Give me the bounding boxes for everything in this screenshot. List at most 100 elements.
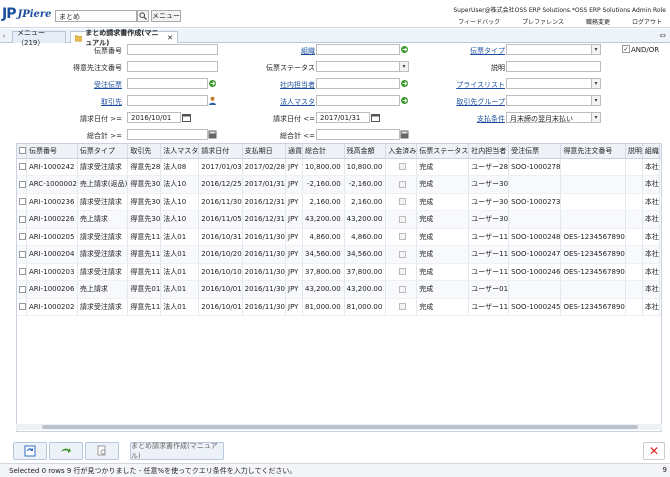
close-icon[interactable]: ✕ <box>167 34 173 42</box>
row-select-cell[interactable] <box>17 210 27 229</box>
bp-group-select[interactable] <box>506 95 592 106</box>
column-header[interactable]: 支払期日 <box>242 144 287 159</box>
logout-link[interactable]: ログアウト <box>632 17 662 26</box>
label-bpartner[interactable]: 取引先 <box>60 97 122 107</box>
calculator-icon[interactable] <box>207 129 217 140</box>
column-header[interactable]: 取引先 <box>127 144 162 159</box>
sales-order-field[interactable] <box>127 78 208 89</box>
table-row[interactable]: ARI-1000202 請求受注請求 得意先11 法人01 2016/10/01 2016… <box>17 298 661 316</box>
person-icon[interactable] <box>207 95 217 106</box>
zoom-button[interactable] <box>85 442 119 460</box>
refresh-green-icon[interactable] <box>207 78 217 89</box>
refresh-green-icon[interactable] <box>399 78 409 89</box>
row-select-cell[interactable] <box>17 245 27 264</box>
calendar-icon[interactable] <box>181 112 191 123</box>
total-to-field[interactable] <box>316 129 400 140</box>
cancel-button[interactable]: ✕ <box>643 442 665 460</box>
column-header[interactable]: 社内担当者 <box>468 144 510 159</box>
price-list-select[interactable] <box>506 78 592 89</box>
total-from-field[interactable] <box>127 129 208 140</box>
column-header[interactable]: 得意先注文番号 <box>560 144 626 159</box>
row-select-cell[interactable] <box>17 228 27 246</box>
table-row[interactable]: ARI-1000206 売上請求 得意先01 法人01 2016/10/01 2016/1… <box>17 280 661 299</box>
tab-consolidated-invoice[interactable]: まとめ請求書作成(マニュアル) ✕ <box>70 29 178 47</box>
row-checkbox[interactable] <box>19 285 26 293</box>
table-row[interactable]: ARI-1000204 請求受注請求 得意先11 法人01 2016/10/20 2016… <box>17 245 661 264</box>
row-select-cell[interactable] <box>17 175 27 194</box>
bp-order-no-field[interactable] <box>127 61 218 72</box>
doc-type-select[interactable] <box>506 44 592 55</box>
create-consolidated-invoice-button[interactable]: まとめ請求書作成(マニュアル) <box>130 442 224 460</box>
label-payterm[interactable]: 支払条件 <box>440 114 505 124</box>
row-checkbox[interactable] <box>19 303 26 311</box>
refresh-green-icon[interactable] <box>399 95 409 106</box>
label-corp-master[interactable]: 法人マスタ <box>260 97 315 107</box>
horizontal-scrollbar[interactable] <box>16 424 662 430</box>
sales-rep-field[interactable] <box>316 78 400 89</box>
column-header[interactable]: 法人マスタ <box>160 144 200 159</box>
row-select-cell[interactable] <box>17 280 27 299</box>
menu-button[interactable]: メニュー <box>151 10 181 22</box>
row-checkbox[interactable] <box>19 163 26 171</box>
requery-button[interactable] <box>49 442 83 460</box>
column-header[interactable]: 伝票ステータス <box>416 144 470 159</box>
column-header[interactable]: 総合計 <box>302 144 345 159</box>
label-sales-rep[interactable]: 社内担当者 <box>260 80 315 90</box>
row-select-cell[interactable] <box>17 193 27 211</box>
org-field[interactable] <box>316 44 400 55</box>
scrollbar-thumb[interactable] <box>42 425 638 429</box>
row-select-cell[interactable] <box>17 263 27 281</box>
column-header[interactable]: 受注伝票 <box>508 144 562 159</box>
table-row[interactable]: ARC-1000002 売上請求(返品) 得意先30 法人10 2016/12/25 20… <box>17 175 661 194</box>
calculator-icon[interactable] <box>399 129 409 140</box>
column-header[interactable]: 残高金額 <box>344 144 387 159</box>
column-header[interactable]: 組織 <box>642 144 660 159</box>
label-org[interactable]: 組織 <box>260 46 315 56</box>
label-price-list[interactable]: プライスリスト <box>440 80 505 90</box>
date-to-field[interactable]: 2017/01/31 <box>316 112 370 123</box>
row-checkbox[interactable] <box>19 233 26 241</box>
expand-icon[interactable]: ⇔ <box>659 31 666 40</box>
chevron-down-icon[interactable]: ▾ <box>591 112 601 123</box>
table-row[interactable]: ARI-1000242 請求受注請求 得意先28 法人08 2017/01/03 2017… <box>17 158 661 176</box>
row-checkbox[interactable] <box>19 180 26 188</box>
row-select-cell[interactable] <box>17 298 27 316</box>
label-bp-group[interactable]: 取引先グループ <box>440 97 505 107</box>
description-field[interactable] <box>506 61 601 72</box>
and-or-checkbox[interactable]: ✓ <box>622 45 630 53</box>
preferences-link[interactable]: プレファレンス <box>522 17 564 26</box>
tab-menu[interactable]: メニュー（219） <box>12 29 66 47</box>
chevron-right-icon[interactable]: › <box>0 29 8 43</box>
column-header[interactable]: 説明 <box>625 144 643 159</box>
chevron-down-icon[interactable]: ▾ <box>591 95 601 106</box>
row-checkbox[interactable] <box>19 198 26 206</box>
bpartner-field[interactable] <box>127 95 208 106</box>
column-header[interactable]: 通貨 <box>285 144 304 159</box>
column-header[interactable]: 伝票タイプ <box>77 144 129 159</box>
calendar-icon[interactable] <box>370 112 380 123</box>
payterm-select[interactable]: 月末締の翌月末払い <box>506 112 592 123</box>
refresh-green-icon[interactable] <box>399 44 409 55</box>
row-checkbox[interactable] <box>19 215 26 223</box>
doc-status-select[interactable] <box>316 61 400 72</box>
corp-master-field[interactable] <box>316 95 400 106</box>
table-row[interactable]: ARI-1000226 売上請求 得意先30 法人10 2016/11/05 2016/1… <box>17 210 661 229</box>
global-search-input[interactable]: まとめ <box>55 10 137 22</box>
date-from-field[interactable]: 2016/10/01 <box>127 112 181 123</box>
label-sales-order[interactable]: 受注伝票 <box>60 80 122 90</box>
change-role-link[interactable]: 職務変更 <box>586 17 610 26</box>
refresh-button[interactable] <box>13 442 47 460</box>
invoice-no-field[interactable] <box>127 44 218 55</box>
label-doc-type[interactable]: 伝票タイプ <box>440 46 505 56</box>
column-header[interactable]: 請求日付 <box>198 144 243 159</box>
chevron-down-icon[interactable]: ▾ <box>399 61 409 72</box>
row-checkbox[interactable] <box>19 268 26 276</box>
select-all-header[interactable] <box>17 144 27 159</box>
table-row[interactable]: ARI-1000205 請求受注請求 得意先11 法人01 2016/10/31 2016… <box>17 228 661 246</box>
column-header[interactable]: 入金済み <box>385 144 418 159</box>
feedback-link[interactable]: フィードバック <box>458 17 500 26</box>
table-row[interactable]: ARI-1000236 請求受注請求 得意先30 法人10 2016/11/30 2016… <box>17 193 661 211</box>
row-select-cell[interactable] <box>17 158 27 176</box>
column-header[interactable]: 伝票番号 <box>26 144 78 159</box>
chevron-down-icon[interactable]: ▾ <box>591 78 601 89</box>
